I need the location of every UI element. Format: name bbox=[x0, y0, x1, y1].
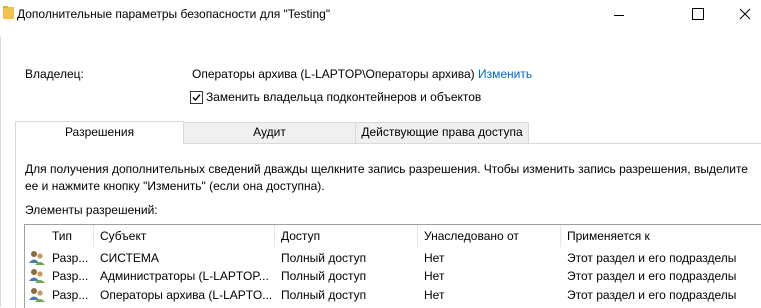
user-group-icon bbox=[29, 251, 45, 265]
close-button[interactable] bbox=[716, 0, 761, 31]
maximize-button[interactable] bbox=[664, 0, 710, 31]
title-bar: Дополнительные параметры безопасности дл… bbox=[0, 0, 761, 31]
cell-inherited: Нет bbox=[424, 251, 445, 265]
cell-type: Разр... bbox=[52, 251, 89, 265]
cell-type: Разр... bbox=[52, 288, 89, 302]
maximize-icon bbox=[692, 8, 704, 20]
user-group-icon bbox=[29, 269, 45, 283]
folder-icon bbox=[3, 6, 14, 19]
cell-subject: Операторы архива (L-LAPTO... bbox=[100, 288, 272, 302]
info-text: Для получения дополнительных сведений дв… bbox=[25, 161, 755, 195]
column-header-inherited[interactable]: Унаследовано от bbox=[424, 229, 519, 243]
info-line-2: ее и нажмите кнопку "Изменить" (если она… bbox=[25, 179, 325, 193]
user-group-icon bbox=[29, 288, 45, 302]
column-separator[interactable] bbox=[93, 225, 94, 247]
info-line-1: Для получения дополнительных сведений дв… bbox=[25, 162, 748, 176]
column-header-type[interactable]: Тип bbox=[52, 229, 72, 243]
tab-permissions[interactable]: Разрешения bbox=[15, 121, 184, 144]
cell-type: Разр... bbox=[52, 269, 89, 283]
tab-effective-access[interactable]: Действующие права доступа bbox=[355, 122, 529, 144]
close-icon bbox=[739, 8, 751, 20]
window-title: Дополнительные параметры безопасности дл… bbox=[17, 7, 331, 21]
tab-audit[interactable]: Аудит bbox=[183, 122, 356, 144]
owner-label: Владелец: bbox=[25, 67, 84, 81]
checkmark-icon bbox=[192, 94, 201, 102]
cell-access: Полный доступ bbox=[281, 251, 367, 265]
cell-inherited: Нет bbox=[424, 288, 445, 302]
change-owner-link[interactable]: Изменить bbox=[478, 67, 532, 81]
cell-subject: Администраторы (L-LAPTOP... bbox=[100, 269, 269, 283]
window-left-border bbox=[0, 36, 1, 307]
column-header-access[interactable]: Доступ bbox=[281, 229, 320, 243]
column-separator[interactable] bbox=[560, 225, 561, 247]
cell-applies-to: Этот раздел и его подразделы bbox=[567, 251, 737, 265]
table-row[interactable]: Разр... Администраторы (L-LAPTOP... Полн… bbox=[25, 267, 761, 285]
table-header: Тип Субъект Доступ Унаследовано от Приме… bbox=[25, 225, 761, 247]
cell-access: Полный доступ bbox=[281, 288, 367, 302]
table-row[interactable]: Разр... СИСТЕМА Полный доступ Нет Этот р… bbox=[25, 249, 761, 267]
column-header-subject[interactable]: Субъект bbox=[100, 229, 146, 243]
column-separator[interactable] bbox=[417, 225, 418, 247]
owner-value: Операторы архива (L-LAPTOP\Операторы арх… bbox=[192, 67, 475, 81]
replace-owner-label: Заменить владельца подконтейнеров и объе… bbox=[206, 90, 482, 104]
column-header-applies-to[interactable]: Применяется к bbox=[567, 229, 650, 243]
table-row[interactable]: Разр... Операторы архива (L-LAPTO... Пол… bbox=[25, 286, 761, 304]
cell-access: Полный доступ bbox=[281, 269, 367, 283]
minimize-button[interactable] bbox=[596, 0, 642, 31]
column-separator[interactable] bbox=[274, 225, 275, 247]
permission-entries-label: Элементы разрешений: bbox=[25, 203, 158, 217]
checkbox-box[interactable] bbox=[190, 91, 203, 104]
cell-applies-to: Этот раздел и его подразделы bbox=[567, 269, 737, 283]
cell-subject: СИСТЕМА bbox=[100, 251, 159, 265]
cell-inherited: Нет bbox=[424, 269, 445, 283]
minimize-icon bbox=[614, 15, 624, 16]
cell-applies-to: Этот раздел и его подразделы bbox=[567, 288, 737, 302]
permission-entries-table[interactable]: Тип Субъект Доступ Унаследовано от Приме… bbox=[24, 224, 761, 308]
